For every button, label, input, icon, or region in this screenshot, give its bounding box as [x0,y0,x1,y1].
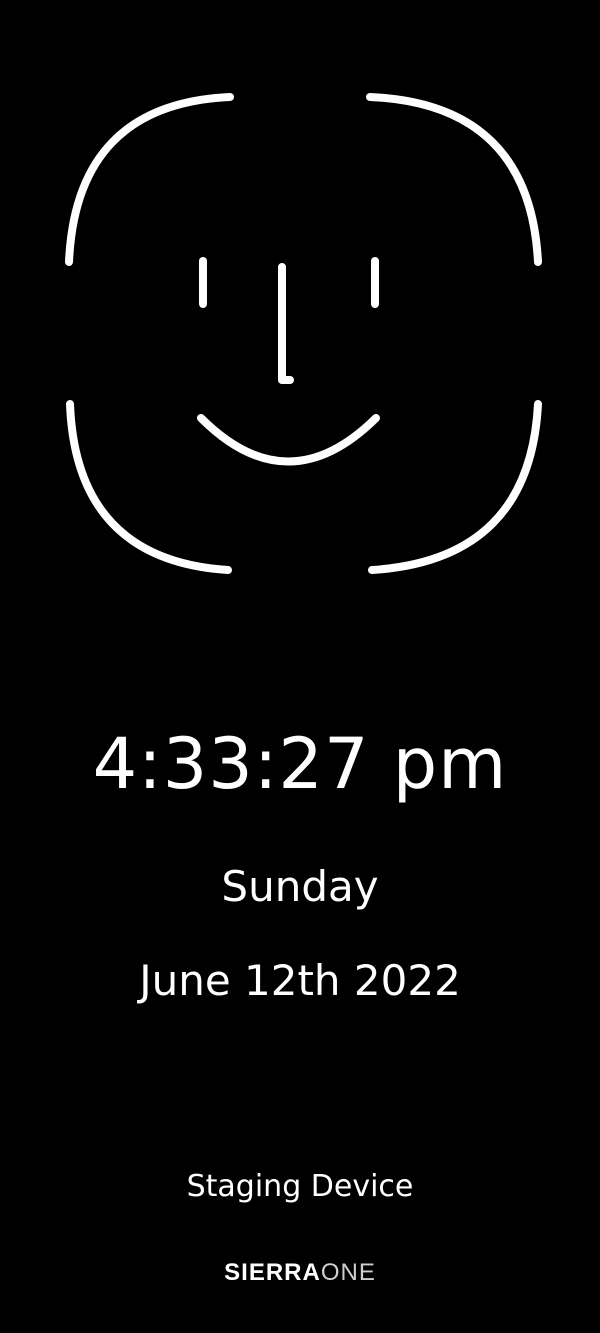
scan-corner-top-right [366,93,542,266]
brand-logo: SIERRAONE [0,1259,600,1287]
brand-logo-part-2: ONE [320,1259,376,1286]
scan-corner-bottom-right [368,400,542,574]
current-time: 4:33:27 pm [92,723,508,805]
device-label: Staging Device [186,1169,414,1204]
current-day: Sunday [221,862,379,911]
face-id-icon [0,0,600,600]
brand-logo-part-1: SIERRA [224,1259,321,1286]
scan-corner-top-left [65,93,234,266]
scan-corner-bottom-left [66,400,232,574]
current-date: June 12th 2022 [139,956,461,1005]
smile [197,414,380,466]
nose [278,263,294,384]
